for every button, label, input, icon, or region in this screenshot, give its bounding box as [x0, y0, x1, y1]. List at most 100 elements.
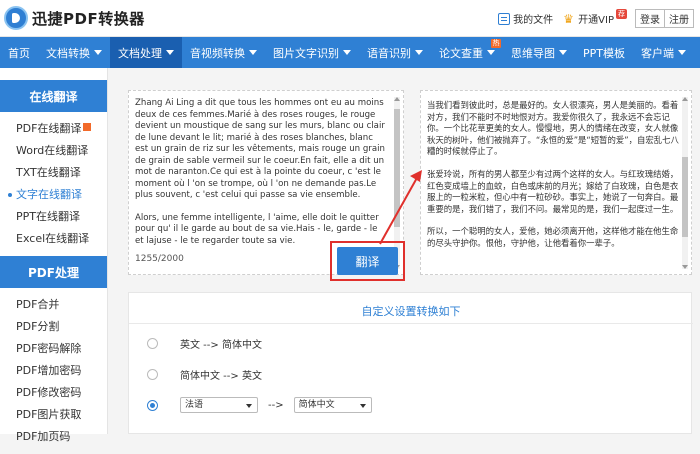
sidebar-item-items1-0[interactable]: PDF在线翻译: [16, 118, 107, 140]
radio-zh-en[interactable]: [147, 369, 158, 380]
scroll-up-arrow-icon[interactable]: [682, 97, 688, 101]
main-nav: 首页 文档转换 文档处理 音视频转换 图片文字识别 语音识别 论文查重热思维导图 PPT模板 客…: [0, 37, 700, 68]
sidebar-item-items2-0[interactable]: PDF合并: [16, 294, 107, 316]
nav-item-8[interactable]: PPT模板: [575, 37, 633, 68]
sidebar-section-translate: 在线翻译: [0, 80, 107, 112]
nav-item-1[interactable]: 文档转换: [38, 37, 110, 68]
result-text-panel: 当我们看到彼此时，总是最好的。女人很漂亮，男人是美丽的。看着对方，我们不能时不时…: [420, 90, 692, 275]
to-language-select[interactable]: 简体中文: [293, 397, 372, 413]
option-zh-en-label: 简体中文 --> 英文: [180, 371, 262, 382]
vip-link[interactable]: ♛ 开通VIP 荐: [563, 8, 627, 26]
radio-custom[interactable]: [147, 399, 158, 411]
sidebar-item-items2-1[interactable]: PDF分割: [16, 316, 107, 338]
option-zh-en[interactable]: 简体中文 --> 英文: [147, 367, 262, 382]
sidebar-item-items1-4[interactable]: PPT在线翻译: [16, 206, 107, 228]
vip-badge: 荐: [616, 8, 627, 19]
sidebar-item-label: PDF密码解除: [16, 342, 82, 355]
top-bar: 迅捷PDF转换器 我的文件 ♛ 开通VIP 荐 登录 注册: [0, 0, 700, 37]
nav-item-label: 首页: [8, 46, 30, 60]
nav-item-label: 客户端: [641, 46, 674, 60]
app-title: 迅捷PDF转换器: [32, 10, 145, 28]
sidebar-item-label: PDF增加密码: [16, 364, 82, 377]
sidebar-item-items2-3[interactable]: PDF增加密码: [16, 360, 107, 382]
app-logo-icon: [4, 6, 28, 30]
result-paragraph-2: 张爱玲说，所有的男人都至少有过两个这样的女人。与红玫瑰结婚，红色变成墙上的血蚊，…: [427, 168, 679, 214]
sidebar-item-label: PDF合并: [16, 298, 60, 311]
nav-item-label: 文档处理: [118, 46, 162, 60]
sidebar-item-label: Word在线翻译: [16, 144, 89, 157]
login-button[interactable]: 登录: [635, 9, 665, 28]
from-language-select[interactable]: 法语: [180, 397, 258, 413]
sidebar-item-items2-5[interactable]: PDF图片获取: [16, 404, 107, 426]
option-en-zh[interactable]: 英文 --> 简体中文: [147, 336, 262, 351]
sidebar-item-label: Excel在线翻译: [16, 232, 90, 245]
option-en-zh-label: 英文 --> 简体中文: [180, 340, 262, 351]
sidebar-item-items2-6[interactable]: PDF加页码: [16, 426, 107, 448]
sidebar-item-items1-2[interactable]: TXT在线翻译: [16, 162, 107, 184]
nav-item-label: 音视频转换: [190, 46, 245, 60]
main-content: Zhang Ai Ling a dit que tous les hommes …: [108, 68, 700, 434]
sidebar-item-items1-1[interactable]: Word在线翻译: [16, 140, 107, 162]
sidebar-item-label: PPT在线翻译: [16, 210, 80, 223]
sidebar-pdf-list: PDF合并 PDF分割 PDF密码解除 PDF增加密码 PDF修改密码 PDF图片获取 PD…: [0, 288, 107, 454]
nav-item-4[interactable]: 图片文字识别: [265, 37, 359, 68]
hot-badge: 热: [491, 39, 501, 48]
result-scrollbar[interactable]: [682, 97, 688, 269]
sidebar-item-items2-2[interactable]: PDF密码解除: [16, 338, 107, 360]
settings-title: 自定义设置转换如下: [361, 305, 461, 318]
option-custom[interactable]: 法语 --> 简体中文: [147, 397, 372, 413]
caret-down-icon: [166, 50, 174, 55]
sidebar-item-label: PDF分割: [16, 320, 60, 333]
result-paragraph-1: 当我们看到彼此时，总是最好的。女人很漂亮，男人是美丽的。看着对方，我们不能时不时…: [427, 100, 679, 157]
nav-item-label: PPT模板: [583, 46, 625, 60]
scroll-up-arrow-icon[interactable]: [394, 97, 400, 101]
scroll-down-arrow-icon[interactable]: [682, 265, 688, 269]
nav-item-label: 思维导图: [511, 46, 555, 60]
sidebar-item-items1-3[interactable]: 文字在线翻译: [8, 184, 107, 206]
sidebar-item-items1-5[interactable]: Excel在线翻译: [16, 228, 107, 250]
nav-item-6[interactable]: 论文查重热: [431, 37, 503, 68]
nav-item-5[interactable]: 语音识别: [359, 37, 431, 68]
sidebar-item-label: PDF在线翻译: [16, 122, 82, 135]
nav-item-label: 语音识别: [367, 46, 411, 60]
char-count: 1255/2000: [135, 254, 184, 264]
source-textarea[interactable]: Zhang Ai Ling a dit que tous les hommes …: [135, 98, 387, 258]
sidebar-item-label: PDF加页码: [16, 430, 71, 443]
sidebar-item-label: TXT在线翻译: [16, 166, 81, 179]
nav-item-9[interactable]: 客户端: [633, 37, 694, 68]
caret-down-icon: [678, 50, 686, 55]
nav-item-label: 图片文字识别: [273, 46, 339, 60]
sidebar-item-label: PDF修改密码: [16, 386, 82, 399]
my-files-link[interactable]: 我的文件: [498, 11, 553, 26]
nav-item-3[interactable]: 音视频转换: [182, 37, 265, 68]
sidebar-item-items2-4[interactable]: PDF修改密码: [16, 382, 107, 404]
vip-label: 开通VIP: [578, 15, 614, 26]
nav-item-2[interactable]: 文档处理: [110, 37, 182, 68]
nav-item-label: 文档转换: [46, 46, 90, 60]
register-button[interactable]: 注册: [665, 9, 694, 28]
auth-buttons: 登录 注册: [635, 9, 694, 28]
nav-item-label: 论文查重: [439, 46, 483, 60]
scroll-thumb[interactable]: [682, 157, 688, 237]
sidebar: 在线翻译 PDF在线翻译 Word在线翻译 TXT在线翻译 文字在线翻译 PPT在线翻译…: [0, 68, 108, 443]
sidebar-translate-list: PDF在线翻译 Word在线翻译 TXT在线翻译 文字在线翻译 PPT在线翻译 Excel…: [0, 112, 107, 256]
caret-down-icon: [343, 50, 351, 55]
annotation-arrow-icon: [379, 170, 422, 245]
top-right-links: 我的文件 ♛ 开通VIP 荐 登录 注册: [488, 8, 694, 28]
caret-down-icon: [487, 50, 495, 55]
sidebar-item-label: 文字在线翻译: [16, 188, 82, 201]
caret-down-icon: [249, 50, 257, 55]
my-files-label: 我的文件: [513, 15, 554, 26]
translate-highlight-box: 翻译: [330, 241, 405, 281]
radio-en-zh[interactable]: [147, 338, 158, 349]
crown-icon: ♛: [563, 11, 574, 26]
nav-item-0[interactable]: 首页: [0, 37, 38, 68]
result-paragraph-3: 所以，一个聪明的女人，爱他，她必须离开他，这样他才能在他生命的尽头守护你。恨他，…: [427, 226, 679, 248]
nav-item-7[interactable]: 思维导图: [503, 37, 575, 68]
new-badge-icon: [83, 123, 92, 131]
sidebar-section-pdf: PDF处理: [0, 256, 107, 288]
caret-down-icon: [415, 50, 423, 55]
file-icon: [498, 12, 511, 25]
translate-button[interactable]: 翻译: [337, 247, 398, 275]
caret-down-icon: [559, 50, 567, 55]
